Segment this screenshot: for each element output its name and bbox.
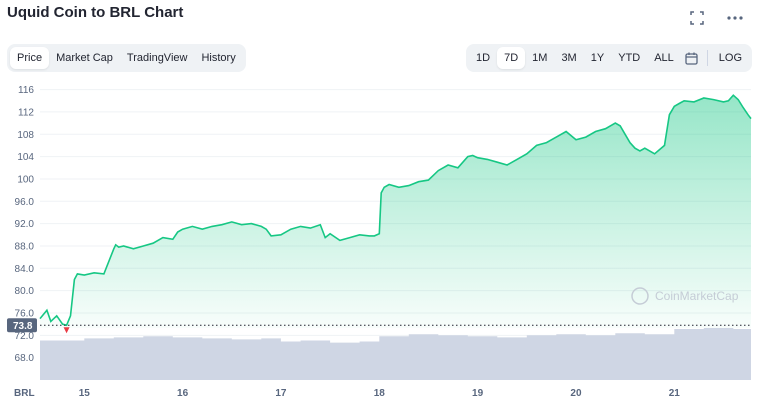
y-tick-label: 88.0 xyxy=(15,241,35,252)
page-title: Uquid Coin to BRL Chart xyxy=(7,4,184,21)
range-all[interactable]: ALL xyxy=(647,47,681,69)
time-range-selector: 1D 7D 1M 3M 1Y YTD ALL LOG xyxy=(466,44,752,72)
current-price-label: 73.8 xyxy=(13,321,33,332)
x-tick-label: 15 xyxy=(79,388,91,399)
price-area xyxy=(40,95,751,328)
current-price-badge: 73.8 xyxy=(7,318,37,333)
range-7d[interactable]: 7D xyxy=(497,47,526,69)
x-tick-label: 17 xyxy=(275,388,287,399)
y-tick-label: 116 xyxy=(18,85,34,96)
y-tick-label: 84.0 xyxy=(15,264,35,275)
tab-market-cap[interactable]: Market Cap xyxy=(49,47,120,69)
fullscreen-icon[interactable] xyxy=(688,9,706,27)
y-tick-label: 68.0 xyxy=(15,353,35,364)
y-tick-label: 72.0 xyxy=(15,331,35,342)
y-tick-label: 104 xyxy=(17,152,34,163)
range-3m[interactable]: 3M xyxy=(554,47,583,69)
log-toggle[interactable]: LOG xyxy=(712,47,749,69)
x-tick-label: 16 xyxy=(177,388,189,399)
range-1d[interactable]: 1D xyxy=(469,47,497,69)
header-actions xyxy=(688,9,744,27)
range-1y[interactable]: 1Y xyxy=(584,47,611,69)
y-tick-label: 96.0 xyxy=(15,197,35,208)
watermark-text: CoinMarketCap xyxy=(655,289,739,303)
calendar-icon[interactable] xyxy=(681,47,703,69)
y-tick-label: 92.0 xyxy=(15,219,35,230)
currency-label: BRL xyxy=(14,388,35,399)
y-tick-label: 100 xyxy=(17,174,34,185)
y-tick-label: 112 xyxy=(18,107,34,118)
y-tick-label: 80.0 xyxy=(15,286,35,297)
range-divider xyxy=(706,50,708,66)
y-tick-label: 108 xyxy=(17,130,34,141)
x-tick-label: 20 xyxy=(570,388,582,399)
x-tick-label: 21 xyxy=(669,388,681,399)
y-tick-label: 76.0 xyxy=(15,308,35,319)
price-chart[interactable]: 116 112 108 104 100 96.0 92.0 88.0 84.0 80.0 76.0 7… xyxy=(0,80,764,402)
chart-type-tabs: Price Market Cap TradingView History xyxy=(7,44,246,72)
range-1m[interactable]: 1M xyxy=(525,47,554,69)
tab-history[interactable]: History xyxy=(194,47,242,69)
down-marker xyxy=(63,327,70,334)
x-tick-label: 18 xyxy=(374,388,386,399)
tab-price[interactable]: Price xyxy=(10,47,50,69)
tab-tradingview[interactable]: TradingView xyxy=(120,47,195,69)
range-ytd[interactable]: YTD xyxy=(611,47,647,69)
x-tick-label: 19 xyxy=(472,388,484,399)
more-icon[interactable] xyxy=(726,9,744,27)
